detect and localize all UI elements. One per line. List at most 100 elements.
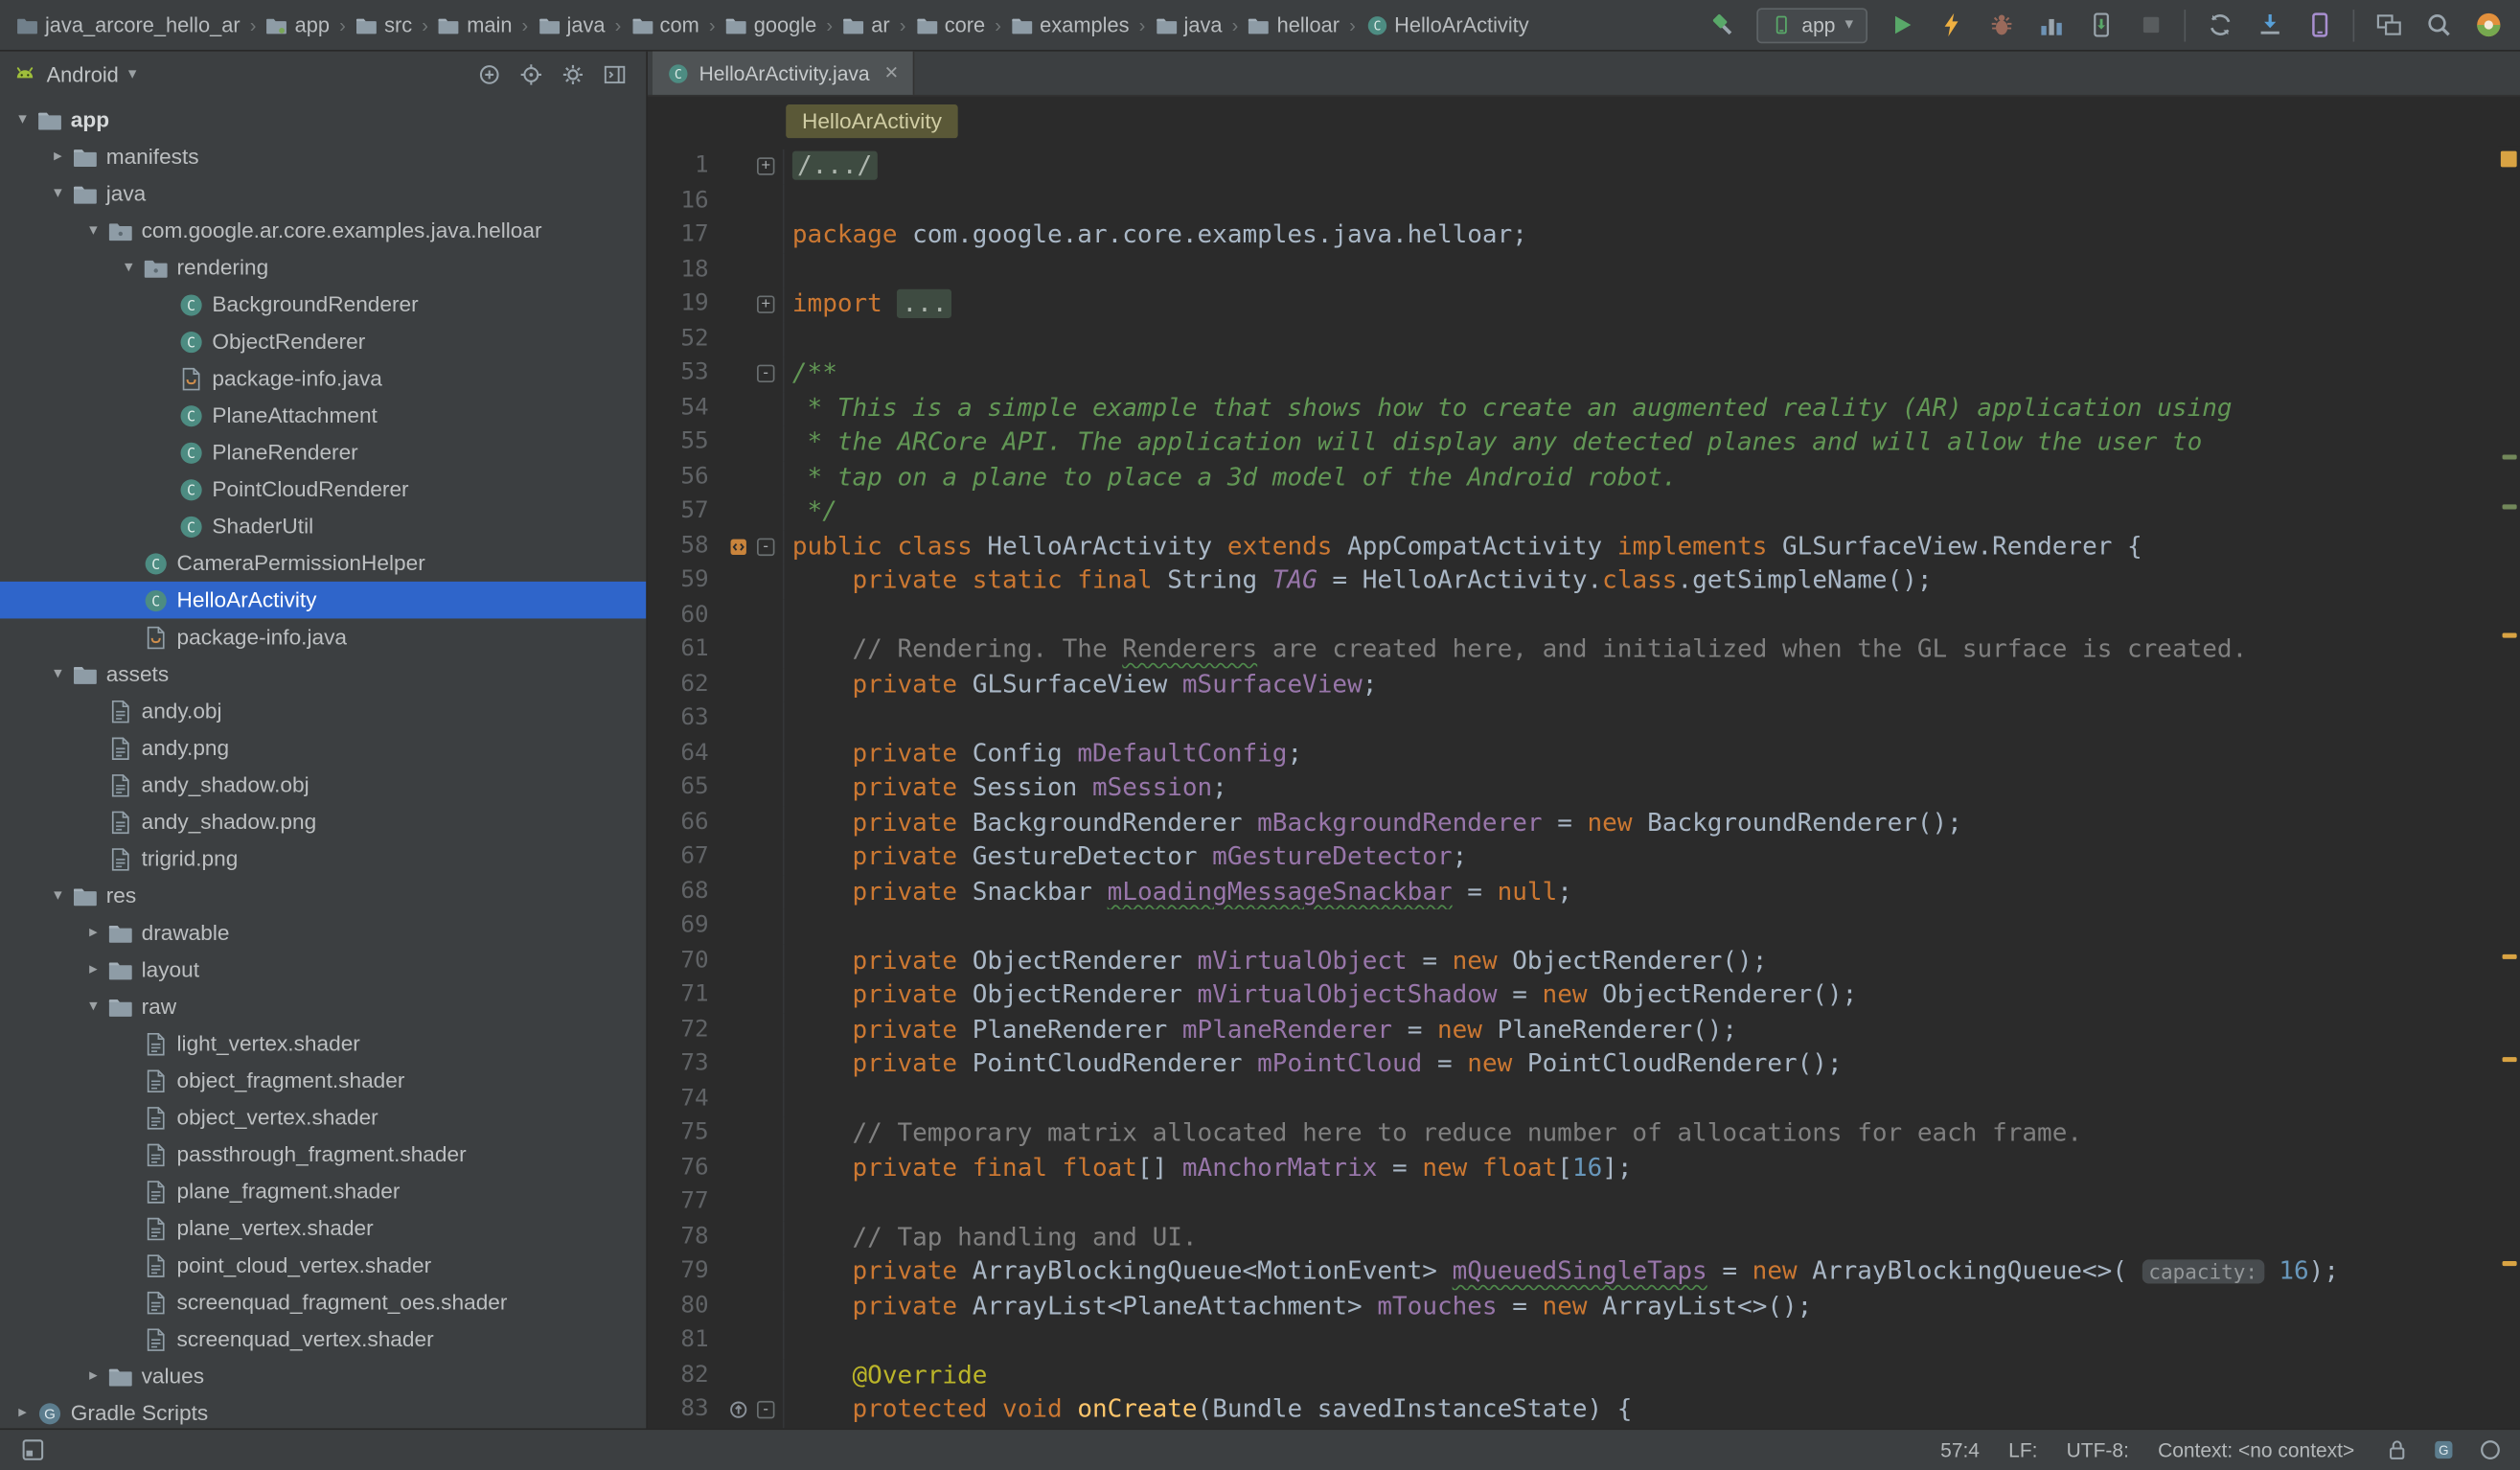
- toolwindow-switcher-icon[interactable]: [16, 1434, 49, 1466]
- project-tree-item[interactable]: CObjectRenderer: [0, 323, 646, 360]
- project-tree-item[interactable]: ▾res: [0, 877, 646, 914]
- code-line[interactable]: 65 private Session mSession;: [648, 771, 2498, 806]
- gradle-elephant-icon[interactable]: G: [2430, 1436, 2458, 1464]
- apply-changes-icon[interactable]: [1935, 9, 1967, 41]
- code-line[interactable]: 76 private final float[] mAnchorMatrix =…: [648, 1151, 2498, 1185]
- code-line[interactable]: 63: [648, 702, 2498, 737]
- code-line[interactable]: 57 */: [648, 494, 2498, 529]
- fold-collapsed-icon[interactable]: +: [757, 149, 785, 184]
- stripe-mark[interactable]: [2503, 454, 2517, 459]
- project-view-selector[interactable]: Android ▾: [12, 62, 136, 86]
- code-line[interactable]: 60: [648, 598, 2498, 632]
- code-line[interactable]: 54 * This is a simple example that shows…: [648, 391, 2498, 425]
- tree-expanded-arrow-icon[interactable]: ▾: [116, 259, 142, 276]
- stripe-mark[interactable]: [2503, 953, 2517, 958]
- project-tree-item[interactable]: ▸drawable: [0, 914, 646, 952]
- layout-inspector-icon[interactable]: [2372, 9, 2405, 41]
- tree-expanded-arrow-icon[interactable]: ▾: [45, 185, 71, 202]
- breadcrumb-item[interactable]: com: [628, 11, 702, 39]
- tree-collapsed-arrow-icon[interactable]: ▸: [80, 961, 106, 978]
- stripe-mark[interactable]: [2503, 1056, 2517, 1061]
- code-line[interactable]: 16: [648, 184, 2498, 218]
- tree-expanded-arrow-icon[interactable]: ▾: [80, 998, 106, 1015]
- breadcrumb-current-element[interactable]: HelloArActivity: [786, 104, 958, 138]
- code-line[interactable]: 75 // Temporary matrix allocated here to…: [648, 1116, 2498, 1151]
- stripe-mark[interactable]: [2503, 633, 2517, 638]
- project-tree-item[interactable]: CPlaneAttachment: [0, 397, 646, 434]
- tree-expanded-arrow-icon[interactable]: ▾: [80, 221, 106, 239]
- fold-toggle-icon[interactable]: -: [757, 1401, 774, 1418]
- code-line[interactable]: 53-/**: [648, 356, 2498, 391]
- code-line[interactable]: 69: [648, 909, 2498, 944]
- project-tree-item[interactable]: CPointCloudRenderer: [0, 471, 646, 508]
- project-tree-item[interactable]: object_fragment.shader: [0, 1062, 646, 1099]
- code-line[interactable]: 19+import ...: [648, 287, 2498, 322]
- expand-all-icon[interactable]: [475, 61, 501, 87]
- error-stripe[interactable]: [2498, 147, 2520, 1429]
- project-tree-item[interactable]: ▾raw: [0, 988, 646, 1025]
- breadcrumb-item[interactable]: java_arcore_hello_ar: [12, 11, 243, 39]
- select-opened-file-icon[interactable]: [517, 61, 543, 87]
- breadcrumb-item[interactable]: src: [353, 11, 416, 39]
- project-tree-item[interactable]: trigrid.png: [0, 840, 646, 878]
- tree-collapsed-arrow-icon[interactable]: ▸: [80, 924, 106, 941]
- project-tree-item[interactable]: CBackgroundRenderer: [0, 286, 646, 323]
- code-line[interactable]: 56 * tap on a plane to place a 3d model …: [648, 460, 2498, 494]
- project-tree-item[interactable]: CCameraPermissionHelper: [0, 544, 646, 582]
- breadcrumb-item[interactable]: java: [535, 11, 608, 39]
- project-tree-item[interactable]: ▾com.google.ar.core.examples.java.helloa…: [0, 212, 646, 249]
- code-line[interactable]: 77: [648, 1185, 2498, 1220]
- editor-tab[interactable]: C HelloArActivity.java ✕: [653, 52, 915, 95]
- project-tree-item[interactable]: screenquad_vertex.shader: [0, 1321, 646, 1358]
- fold-toggle-icon[interactable]: -: [757, 365, 774, 382]
- project-tree-item[interactable]: ▾app: [0, 102, 646, 139]
- readonly-lock-icon[interactable]: [2383, 1436, 2411, 1464]
- breadcrumb-item[interactable]: CHelloArActivity: [1363, 11, 1532, 39]
- search-everywhere-icon[interactable]: [2422, 9, 2455, 41]
- fold-expanded-icon[interactable]: -: [757, 529, 785, 563]
- breadcrumb-item[interactable]: helloar: [1245, 11, 1342, 39]
- fold-toggle-icon[interactable]: -: [757, 538, 774, 555]
- code-line[interactable]: 61 // Rendering. The Renderers are creat…: [648, 633, 2498, 668]
- stripe-mark[interactable]: [2503, 1261, 2517, 1266]
- project-tree-item[interactable]: andy.png: [0, 729, 646, 767]
- tree-expanded-arrow-icon[interactable]: ▾: [10, 111, 35, 128]
- run-config-selector[interactable]: app▾: [1756, 8, 1867, 43]
- project-tree-item[interactable]: package-info.java: [0, 360, 646, 398]
- code-line[interactable]: 18: [648, 253, 2498, 287]
- code-line[interactable]: 74: [648, 1082, 2498, 1116]
- code-line[interactable]: 58-public class HelloArActivity extends …: [648, 529, 2498, 563]
- code-line[interactable]: 17package com.google.ar.core.examples.ja…: [648, 218, 2498, 253]
- project-tree-item[interactable]: CShaderUtil: [0, 508, 646, 545]
- project-tree-item[interactable]: screenquad_fragment_oes.shader: [0, 1284, 646, 1321]
- code-line[interactable]: 71 private ObjectRenderer mVirtualObject…: [648, 978, 2498, 1013]
- settings-gear-icon[interactable]: [560, 61, 585, 87]
- code-line[interactable]: 70 private ObjectRenderer mVirtualObject…: [648, 944, 2498, 978]
- build-hammer-icon[interactable]: [1707, 9, 1739, 41]
- code-line[interactable]: 66 private BackgroundRenderer mBackgroun…: [648, 806, 2498, 840]
- profiler-icon[interactable]: [2034, 9, 2067, 41]
- override-marker-icon[interactable]: [719, 1393, 757, 1428]
- run-icon[interactable]: [1885, 9, 1917, 41]
- tree-collapsed-arrow-icon[interactable]: ▸: [80, 1367, 106, 1385]
- code-area[interactable]: 1+/.../1617package com.google.ar.core.ex…: [648, 147, 2498, 1429]
- fold-toggle-icon[interactable]: +: [757, 296, 774, 313]
- code-line[interactable]: 55 * the ARCore API. The application wil…: [648, 425, 2498, 460]
- line-separator-widget[interactable]: LF:: [2008, 1438, 2037, 1460]
- project-tree-item[interactable]: CHelloArActivity: [0, 582, 646, 619]
- caret-position[interactable]: 57:4: [1940, 1438, 1980, 1460]
- fold-toggle-icon[interactable]: +: [757, 158, 774, 175]
- fold-collapsed-icon[interactable]: +: [757, 287, 785, 322]
- code-line[interactable]: 59 private static final String TAG = Hel…: [648, 563, 2498, 598]
- breadcrumb-item[interactable]: google: [722, 11, 819, 39]
- attach-debugger-icon[interactable]: [2084, 9, 2117, 41]
- sdk-manager-icon[interactable]: [2254, 9, 2286, 41]
- project-tree-item[interactable]: CPlaneRenderer: [0, 434, 646, 471]
- code-line[interactable]: 83- protected void onCreate(Bundle saved…: [648, 1393, 2498, 1428]
- breadcrumb-item[interactable]: core: [912, 11, 988, 39]
- breadcrumb-item[interactable]: app: [263, 11, 332, 39]
- project-tree-item[interactable]: ▸GGradle Scripts: [0, 1394, 646, 1428]
- project-tree-item[interactable]: passthrough_fragment.shader: [0, 1136, 646, 1173]
- project-tree-item[interactable]: object_vertex.shader: [0, 1099, 646, 1137]
- project-tree-item[interactable]: andy_shadow.png: [0, 803, 646, 840]
